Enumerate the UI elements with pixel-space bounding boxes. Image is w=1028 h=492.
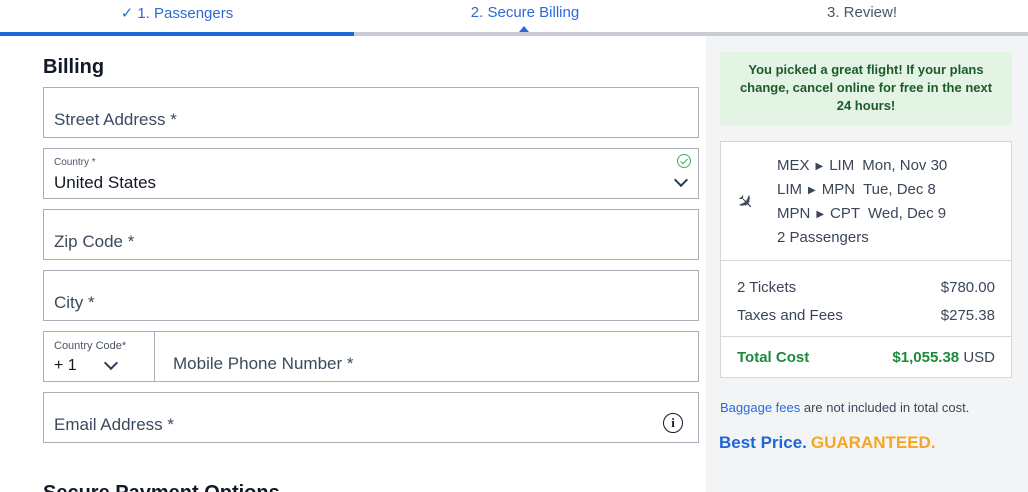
leg-destination: CPT: [830, 205, 861, 222]
currency: USD: [963, 349, 995, 366]
promo-line: change, cancel online for free in the ne…: [739, 80, 993, 95]
itinerary: ✈ MEX ▶ LIM Mon, Nov 30 LIM ▶ MPN Tue, Dec 8 M…: [721, 142, 1011, 261]
baggage-fees-link[interactable]: Baggage fees: [720, 400, 800, 415]
leg-origin: MEX: [777, 157, 810, 174]
tickets-label: 2 Tickets: [737, 279, 797, 296]
step-secure-billing-label: 2. Secure Billing: [470, 4, 580, 21]
total-label: Total Cost: [737, 349, 810, 366]
secure-payment-heading: Secure Payment Options: [43, 482, 280, 492]
country-code-label: Country Code*: [54, 340, 127, 352]
chevron-down-icon: [103, 355, 119, 371]
leg-origin: LIM: [777, 181, 803, 198]
free-cancellation-banner: You picked a great flight! If your plans…: [720, 52, 1012, 126]
mobile-phone-placeholder: Mobile Phone Number *: [173, 354, 354, 373]
flight-leg: MEX ▶ LIM Mon, Nov 30: [777, 157, 947, 174]
taxes-label: Taxes and Fees: [737, 307, 843, 324]
zip-code-field[interactable]: Zip Code *: [43, 209, 699, 260]
country-select[interactable]: Country * United States: [43, 148, 699, 199]
step-passengers-label: 1. Passengers: [137, 5, 234, 22]
step-secure-billing[interactable]: 2. Secure Billing: [354, 4, 696, 21]
progress-fill: [0, 32, 354, 36]
checkmark-icon: ✓: [120, 5, 134, 22]
flight-leg: LIM ▶ MPN Tue, Dec 8: [777, 181, 936, 198]
step-review[interactable]: 3. Review!: [696, 4, 1028, 21]
country-code-select[interactable]: Country Code* + 1: [44, 332, 154, 381]
best-price-guarantee: Best Price. GUARANTEED.: [719, 433, 936, 453]
total-row: Total Cost $1,055.38 USD: [721, 337, 1011, 377]
tickets-amount: $780.00: [940, 279, 995, 296]
step-passengers[interactable]: ✓ 1. Passengers: [0, 4, 354, 22]
promo-line: 24 hours!: [836, 98, 896, 113]
airplane-icon: ✈: [731, 189, 759, 217]
street-address-field[interactable]: Street Address *: [43, 87, 699, 138]
info-icon[interactable]: i: [663, 413, 683, 433]
email-address-placeholder: Email Address *: [54, 415, 174, 434]
fee-breakdown: 2 Tickets $780.00 Taxes and Fees $275.38: [721, 261, 1011, 337]
baggage-note: Baggage fees are not included in total c…: [720, 400, 969, 415]
email-address-field[interactable]: Email Address * i: [43, 392, 699, 443]
leg-origin: MPN: [777, 205, 811, 222]
trip-summary-card: ✈ MEX ▶ LIM Mon, Nov 30 LIM ▶ MPN Tue, Dec 8 M…: [720, 141, 1012, 378]
tickets-row: 2 Tickets $780.00: [737, 279, 995, 296]
country-code-value: + 1: [54, 357, 77, 374]
billing-title: Billing: [43, 56, 105, 78]
taxes-row: Taxes and Fees $275.38: [737, 307, 995, 324]
mobile-phone-input[interactable]: Mobile Phone Number *: [155, 332, 698, 381]
valid-check-icon: [677, 154, 691, 168]
step-review-label: 3. Review!: [826, 4, 898, 21]
city-placeholder: City *: [54, 293, 95, 312]
progress-stepper: ✓ 1. Passengers 2. Secure Billing 3. Revi…: [0, 0, 1028, 36]
country-label: Country *: [54, 157, 96, 168]
leg-date: Mon, Nov 30: [862, 157, 948, 174]
taxes-amount: $275.38: [940, 307, 995, 324]
best-price-text: Best Price.: [719, 433, 807, 452]
guaranteed-text: GUARANTEED.: [810, 433, 936, 452]
phone-field-group: Country Code* + 1 Mobile Phone Number *: [43, 331, 699, 382]
total-amount: $1,055.38: [892, 349, 960, 366]
baggage-note-text: are not included in total cost.: [800, 400, 970, 415]
leg-date: Wed, Dec 9: [868, 205, 947, 222]
city-field[interactable]: City *: [43, 270, 699, 321]
total-amount-wrap: $1,055.38 USD: [892, 349, 995, 366]
flight-leg: MPN ▶ CPT Wed, Dec 9: [777, 205, 946, 222]
leg-destination: LIM: [829, 157, 855, 174]
promo-line: You picked a great flight! If your plans: [748, 62, 984, 77]
leg-destination: MPN: [821, 181, 856, 198]
leg-date: Tue, Dec 8: [863, 181, 936, 198]
arrow-right-icon: ▶: [815, 161, 824, 172]
passenger-count: 2 Passengers: [777, 229, 869, 246]
chevron-down-icon: [673, 172, 689, 188]
arrow-right-icon: ▶: [808, 185, 816, 196]
zip-code-placeholder: Zip Code *: [54, 232, 135, 251]
arrow-right-icon: ▶: [816, 209, 825, 220]
country-value: United States: [54, 173, 157, 192]
street-address-placeholder: Street Address *: [54, 110, 177, 129]
